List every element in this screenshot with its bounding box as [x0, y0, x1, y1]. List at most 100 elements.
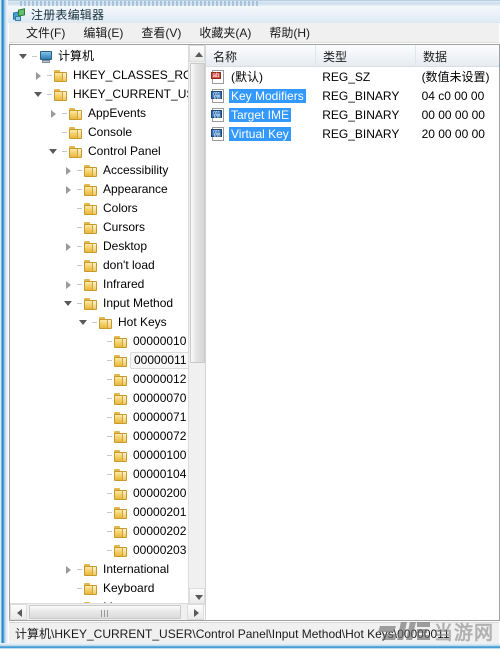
tree-item[interactable]: 计算机	[10, 47, 189, 66]
tree-item[interactable]: 00000104	[10, 465, 189, 484]
status-bar: 计算机\HKEY_CURRENT_USER\Control Panel\Inpu…	[9, 622, 499, 643]
tree-connector-line	[47, 94, 52, 95]
tree-item[interactable]: Keyboard	[10, 579, 189, 598]
tree-item[interactable]: AppEvents	[10, 104, 189, 123]
tree-item[interactable]: Cursors	[10, 218, 189, 237]
tree-item-label: International	[103, 562, 170, 576]
tree-item[interactable]: 00000100	[10, 446, 189, 465]
tree-item[interactable]: Control Panel	[10, 142, 189, 161]
folder-icon	[83, 563, 99, 577]
value-row[interactable]: 011 100 Target IME REG_BINARY 00 00 00 00	[206, 105, 499, 124]
folder-icon	[83, 202, 99, 216]
tree-item[interactable]: Hot Keys	[10, 313, 189, 332]
tree-connector-line	[77, 208, 82, 209]
expand-twisty-icon[interactable]	[61, 237, 77, 256]
folder-icon	[113, 392, 129, 406]
tree-item[interactable]: 00000201	[10, 503, 189, 522]
tree-vertical-scrollbar[interactable]	[188, 45, 205, 605]
tree-item[interactable]: 00000011	[10, 351, 189, 370]
tree-item[interactable]: 00000072	[10, 427, 189, 446]
menu-edit[interactable]: 编辑(E)	[74, 22, 132, 44]
registry-editor-icon	[12, 7, 27, 22]
tree-item[interactable]: 00000202	[10, 522, 189, 541]
scroll-left-arrow-icon[interactable]	[10, 604, 27, 620]
tree-item[interactable]: Accessibility	[10, 161, 189, 180]
folder-icon	[53, 88, 69, 102]
folder-icon	[113, 544, 129, 558]
value-row[interactable]: ab (默认) REG_SZ (数值未设置)	[206, 67, 499, 86]
tree-connector-line	[107, 436, 112, 437]
column-header-name[interactable]: 名称	[206, 45, 316, 67]
tree-connector-line	[77, 246, 82, 247]
tree-item-label: Keyboard	[103, 581, 155, 595]
tree-horizontal-scrollbar[interactable]	[10, 603, 204, 620]
collapse-twisty-icon[interactable]	[76, 313, 92, 332]
tree-item[interactable]: don't load	[10, 256, 189, 275]
expand-twisty-icon[interactable]	[61, 560, 77, 579]
scroll-up-arrow-icon[interactable]	[189, 45, 205, 62]
menu-file[interactable]: 文件(F)	[17, 22, 74, 44]
tree-connector-line	[92, 322, 97, 323]
value-row[interactable]: 011 100 Key Modifiers REG_BINARY 04 c0 00 00	[206, 86, 499, 105]
tree-connector-line	[77, 303, 82, 304]
tree-item[interactable]: HKEY_CURRENT_USER	[10, 85, 189, 104]
twisty-spacer	[61, 218, 77, 237]
values-column-header: 名称 类型 数据	[206, 45, 499, 67]
expand-twisty-icon[interactable]	[61, 161, 77, 180]
tree-item[interactable]: Desktop	[10, 237, 189, 256]
folder-icon	[113, 354, 129, 368]
tree-item[interactable]: International	[10, 560, 189, 579]
expand-twisty-icon[interactable]	[61, 275, 77, 294]
scroll-right-arrow-icon[interactable]	[187, 604, 204, 620]
twisty-spacer	[91, 484, 107, 503]
tree-scroll-thumb[interactable]	[190, 63, 205, 363]
folder-icon	[83, 259, 99, 273]
tree-item[interactable]: Console	[10, 123, 189, 142]
collapse-twisty-icon[interactable]	[61, 294, 77, 313]
tree-connector-line	[107, 550, 112, 551]
twisty-spacer	[91, 503, 107, 522]
tree-item[interactable]: 00000200	[10, 484, 189, 503]
tree-item-label: 00000012	[133, 372, 187, 386]
tree-item[interactable]: 00000070	[10, 389, 189, 408]
tree-item-label: Control Panel	[88, 144, 161, 158]
collapse-twisty-icon[interactable]	[46, 142, 62, 161]
value-data-cell: 00 00 00 00	[421, 107, 485, 122]
tree-item[interactable]: 00000071	[10, 408, 189, 427]
tree-item[interactable]: Infrared	[10, 275, 189, 294]
tree-hscroll-thumb[interactable]	[29, 605, 181, 619]
expand-twisty-icon[interactable]	[46, 104, 62, 123]
menu-favorites[interactable]: 收藏夹(A)	[190, 22, 260, 44]
twisty-spacer	[61, 256, 77, 275]
tree-connector-line	[77, 170, 82, 171]
menu-help[interactable]: 帮助(H)	[260, 22, 319, 44]
twisty-spacer	[91, 351, 107, 370]
expand-twisty-icon[interactable]	[31, 66, 47, 85]
tree-item[interactable]: Colors	[10, 199, 189, 218]
tree-item[interactable]: 00000203	[10, 541, 189, 560]
tree-item[interactable]: Input Method	[10, 294, 189, 313]
tree-item[interactable]: 00000012	[10, 370, 189, 389]
menu-view[interactable]: 查看(V)	[132, 22, 190, 44]
title-bar[interactable]: 注册表编辑器	[8, 6, 500, 23]
tree-item[interactable]: HKEY_CLASSES_ROOT	[10, 66, 189, 85]
tree-connector-line	[32, 56, 37, 57]
column-header-type[interactable]: 类型	[316, 45, 416, 67]
tree-connector-line	[107, 417, 112, 418]
column-header-data[interactable]: 数据	[416, 45, 499, 67]
value-type-cell: REG_BINARY	[322, 88, 400, 103]
collapse-twisty-icon[interactable]	[31, 85, 47, 104]
tree-item-label: HKEY_CURRENT_USER	[73, 87, 189, 101]
twisty-spacer	[61, 199, 77, 218]
computer-icon	[38, 50, 54, 64]
tree-connector-line	[107, 341, 112, 342]
folder-icon	[113, 373, 129, 387]
tree-connector-line	[77, 227, 82, 228]
tree-item[interactable]: Appearance	[10, 180, 189, 199]
value-row[interactable]: 011 100 Virtual Key REG_BINARY 20 00 00 00	[206, 124, 499, 143]
tree-item[interactable]: 00000010	[10, 332, 189, 351]
tree-item-label: 计算机	[58, 49, 95, 63]
collapse-twisty-icon[interactable]	[16, 47, 32, 66]
expand-twisty-icon[interactable]	[61, 180, 77, 199]
tree-item-label: AppEvents	[88, 106, 147, 120]
